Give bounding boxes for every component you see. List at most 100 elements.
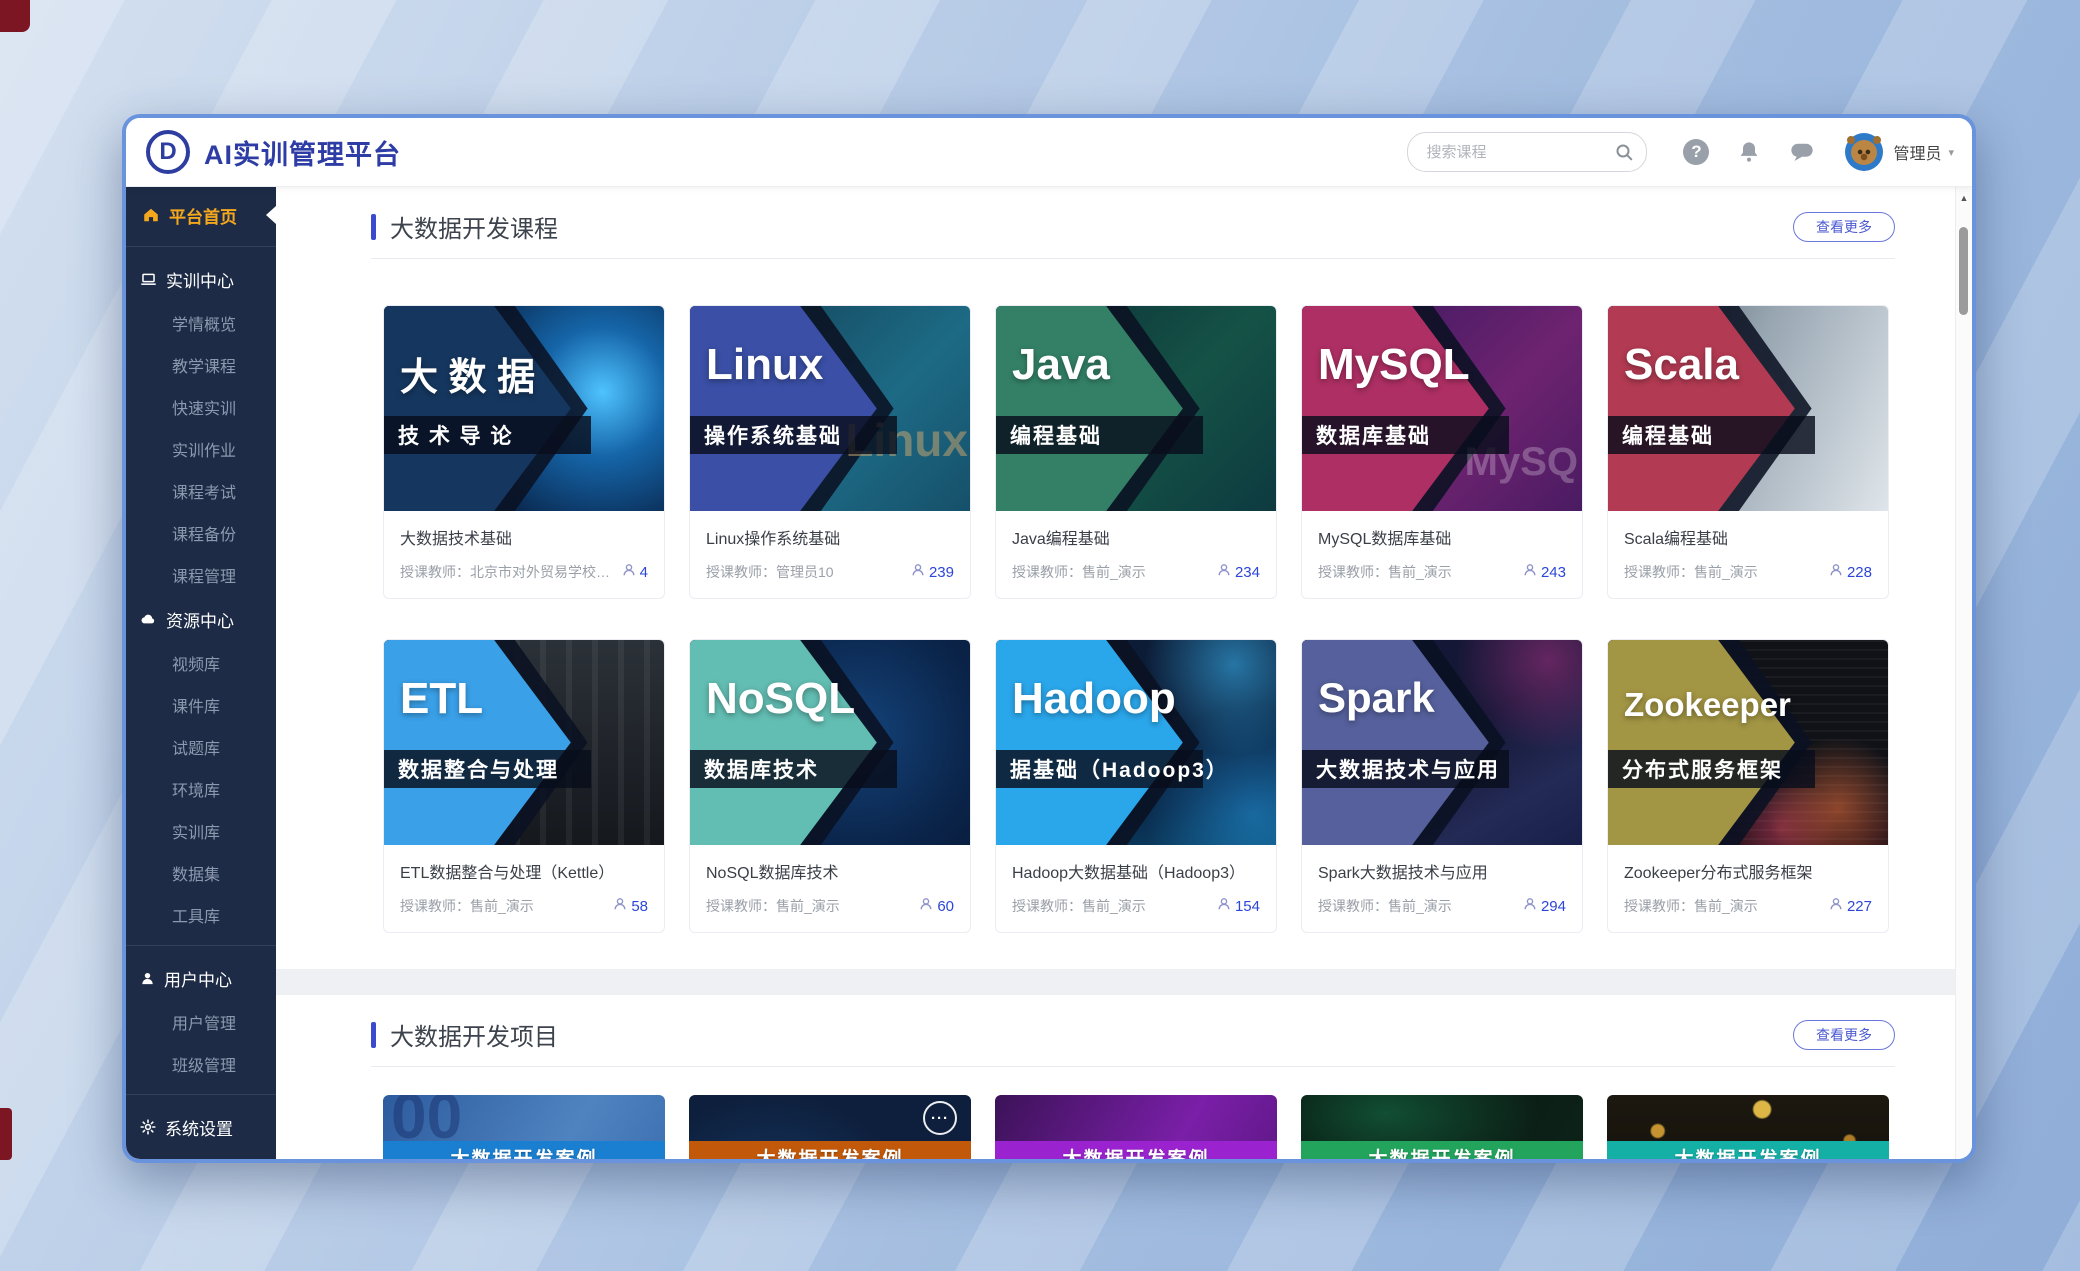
course-meta: 授课教师：售前_演示58 <box>400 896 648 916</box>
course-cover: ETL数据整合与处理 <box>384 640 664 845</box>
sidebar-item[interactable]: 环境库 <box>126 768 276 810</box>
course-card[interactable]: Hadoop据基础（Hadoop3）Hadoop大数据基础（Hadoop3）授课… <box>995 639 1277 933</box>
project-view-more-button[interactable]: 查看更多 <box>1793 1020 1895 1050</box>
course-card[interactable]: Spark大数据技术与应用Spark大数据技术与应用授课教师：售前_演示294 <box>1301 639 1583 933</box>
cover-subtitle-band: 数据库技术 <box>690 750 897 788</box>
scrollbar-track[interactable]: ▲ <box>1955 187 1972 1159</box>
course-cover: Scala编程基础 <box>1608 306 1888 511</box>
course-card[interactable]: ETL数据整合与处理ETL数据整合与处理（Kettle）授课教师：售前_演示58 <box>383 639 665 933</box>
sidebar-item-label: 环境库 <box>172 777 220 801</box>
cover-arrow <box>1302 306 1489 511</box>
course-meta: 授课教师：售前_演示234 <box>1012 562 1260 582</box>
cover-title: Hadoop <box>1012 674 1176 724</box>
cloud-icon <box>140 611 157 628</box>
sidebar-item[interactable]: 视频库 <box>126 642 276 684</box>
cover-title: Linux <box>706 340 823 390</box>
sidebar-item[interactable]: 工具库 <box>126 894 276 936</box>
sidebar-item-label: 实训作业 <box>172 437 236 461</box>
course-card[interactable]: MySQMySQL数据库基础MySQL数据库基础授课教师：售前_演示243 <box>1301 305 1583 599</box>
course-meta: 授课教师：售前_演示243 <box>1318 562 1566 582</box>
sidebar-group-4[interactable]: 系统设置 <box>126 1104 276 1150</box>
active-item-notch <box>266 206 276 224</box>
student-count-value: 154 <box>1235 898 1260 915</box>
sidebar-item[interactable]: 实训库 <box>126 810 276 852</box>
course-view-more-button[interactable]: 查看更多 <box>1793 212 1895 242</box>
sidebar-group-1[interactable]: 实训中心 <box>126 256 276 302</box>
avatar[interactable] <box>1845 133 1883 171</box>
sidebar-group-label: 用户中心 <box>164 966 232 991</box>
chevron-down-icon[interactable]: ▾ <box>1948 146 1954 159</box>
cover-arrow <box>1302 640 1489 845</box>
search-icon[interactable] <box>1614 142 1634 162</box>
cover-arrow <box>1608 306 1795 511</box>
sidebar-item-label: 班级管理 <box>172 1052 236 1076</box>
user-name[interactable]: 管理员 <box>1893 140 1941 164</box>
person-icon <box>622 563 636 581</box>
project-banner-label: 大数据开发案例 <box>450 1144 597 1159</box>
gear-icon <box>140 1119 156 1135</box>
course-card[interactable]: NoSQL数据库技术NoSQL数据库技术授课教师：售前_演示60 <box>689 639 971 933</box>
sidebar-item[interactable]: 课件库 <box>126 684 276 726</box>
bell-icon[interactable] <box>1737 140 1761 164</box>
person-icon <box>1217 897 1231 915</box>
sidebar-item-label: 课程考试 <box>172 479 236 503</box>
course-card[interactable]: Java编程基础Java编程基础授课教师：售前_演示234 <box>995 305 1277 599</box>
sidebar-group-label: 系统设置 <box>165 1115 233 1140</box>
sidebar-item[interactable]: 快速实训 <box>126 386 276 428</box>
sidebar-item-label: 快速实训 <box>172 395 236 419</box>
sidebar-group-2[interactable]: 资源中心 <box>126 596 276 642</box>
sidebar-item-label: 数据集 <box>172 861 220 885</box>
course-info: Java编程基础授课教师：售前_演示234 <box>996 511 1276 598</box>
help-icon[interactable]: ? <box>1683 139 1709 165</box>
project-card[interactable]: 00大数据开发案例 <box>383 1095 665 1159</box>
sidebar-item[interactable]: 用户管理 <box>126 1001 276 1043</box>
sidebar-item-home[interactable]: 平台首页 <box>126 193 276 237</box>
scrollbar-up-arrow[interactable]: ▲ <box>1960 193 1969 203</box>
project-card[interactable]: 大数据开发案例 <box>1607 1095 1889 1159</box>
course-info: 大数据技术基础授课教师：北京市对外贸易学校教...4 <box>384 511 664 598</box>
person-icon <box>1829 563 1843 581</box>
sidebar-item[interactable]: 数据集 <box>126 852 276 894</box>
cover-subtitle: 数据库基础 <box>1316 420 1431 450</box>
sidebar-item[interactable]: 教学课程 <box>126 344 276 386</box>
project-card[interactable]: 大数据开发案例 <box>1301 1095 1583 1159</box>
course-info: Linux操作系统基础授课教师：管理员10239 <box>690 511 970 598</box>
course-card[interactable]: Scala编程基础Scala编程基础授课教师：售前_演示228 <box>1607 305 1889 599</box>
desktop-corner-decoration <box>0 0 30 32</box>
sidebar-item[interactable]: 班级管理 <box>126 1043 276 1085</box>
course-title: NoSQL数据库技术 <box>706 859 954 883</box>
cover-arrow <box>384 640 571 845</box>
project-banner: 大数据开发案例 <box>689 1141 971 1159</box>
course-info: Spark大数据技术与应用授课教师：售前_演示294 <box>1302 845 1582 932</box>
sidebar-item[interactable]: 课程备份 <box>126 512 276 554</box>
course-meta: 授课教师：售前_演示228 <box>1624 562 1872 582</box>
course-card[interactable]: 大 数 据技 术 导 论大数据技术基础授课教师：北京市对外贸易学校教...4 <box>383 305 665 599</box>
user-icon <box>140 971 155 986</box>
project-card[interactable]: 大数据开发案例 <box>995 1095 1277 1159</box>
sidebar-item[interactable]: 课程管理 <box>126 554 276 596</box>
course-title: Java编程基础 <box>1012 525 1260 549</box>
student-count-value: 58 <box>631 898 648 915</box>
course-meta: 授课教师：售前_演示227 <box>1624 896 1872 916</box>
cover-subtitle-band: 据基础（Hadoop3） <box>996 750 1203 788</box>
message-icon[interactable] <box>1789 140 1815 164</box>
course-cover: Java编程基础 <box>996 306 1276 511</box>
sidebar-group-label: 资源中心 <box>166 607 234 632</box>
sidebar-item[interactable]: 实训作业 <box>126 428 276 470</box>
sidebar-item[interactable]: 试题库 <box>126 726 276 768</box>
person-icon <box>1523 897 1537 915</box>
cover-subtitle: 据基础（Hadoop3） <box>1010 754 1229 784</box>
course-card[interactable]: Zookeeper分布式服务框架Zookeeper分布式服务框架授课教师：售前_… <box>1607 639 1889 933</box>
project-card[interactable]: ···大数据开发案例 <box>689 1095 971 1159</box>
sidebar-item[interactable]: 学情概览 <box>126 302 276 344</box>
scrollbar-thumb[interactable] <box>1959 227 1968 315</box>
student-count-value: 239 <box>929 564 954 581</box>
sidebar-item[interactable]: 课程考试 <box>126 470 276 512</box>
search-box[interactable] <box>1407 132 1647 172</box>
cover-subtitle-band: 操作系统基础 <box>690 416 897 454</box>
cover-subtitle: 编程基础 <box>1010 420 1102 450</box>
sidebar-group-3[interactable]: 用户中心 <box>126 955 276 1001</box>
course-teacher: 授课教师：售前_演示 <box>1318 562 1515 582</box>
course-card[interactable]: LinuxLinux操作系统基础Linux操作系统基础授课教师：管理员10239 <box>689 305 971 599</box>
search-input[interactable] <box>1424 143 1614 162</box>
